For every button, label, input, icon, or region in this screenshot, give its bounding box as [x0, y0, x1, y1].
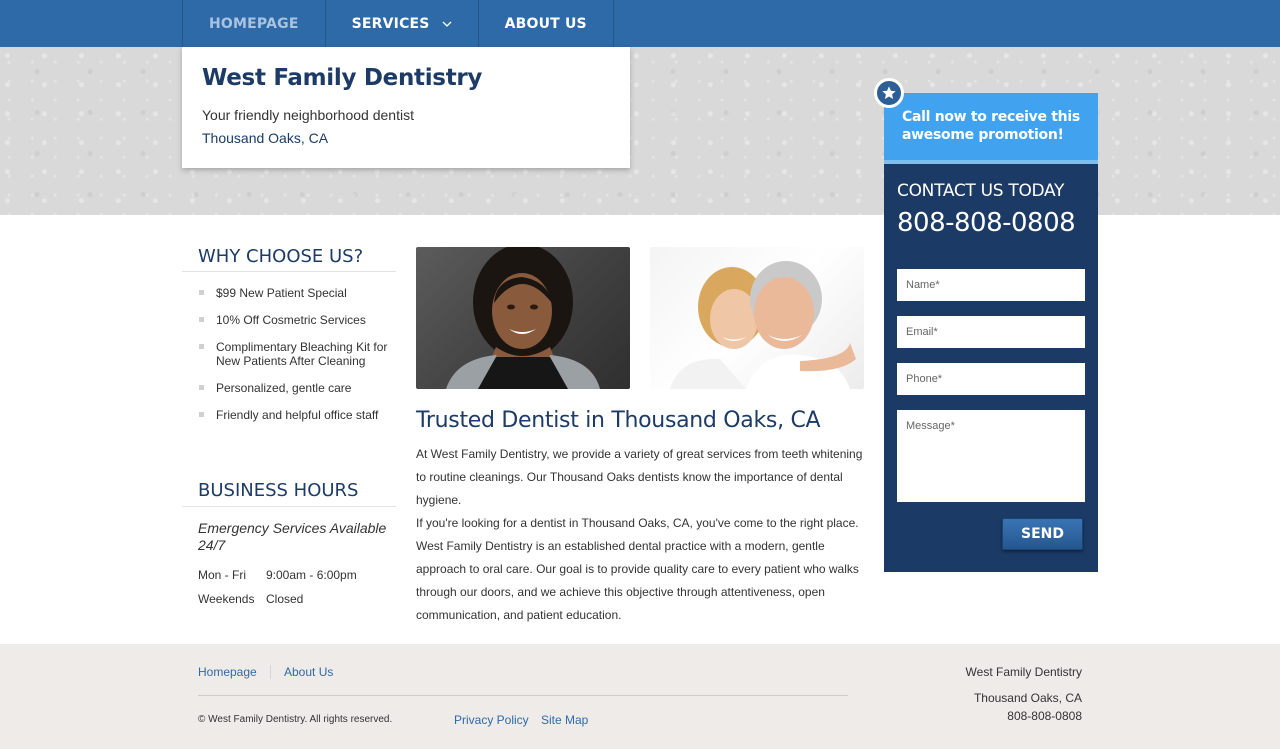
bullet-icon [199, 344, 204, 349]
nav-homepage-label: HOMEPAGE [209, 15, 299, 32]
footer-link-site-map[interactable]: Site Map [541, 713, 588, 727]
why-choose-heading: WHY CHOOSE US? [198, 246, 364, 267]
site-location: Thousand Oaks, CA [202, 130, 329, 146]
list-item-text: 10% Off Cosmetric Services [216, 313, 366, 327]
bullet-icon [199, 317, 204, 322]
nav-about-us[interactable]: ABOUT US [479, 0, 614, 47]
hours-row: Weekends Closed [198, 592, 303, 606]
contact-phone[interactable]: 808-808-0808 [897, 208, 1076, 238]
nav-services[interactable]: SERVICES [326, 0, 479, 47]
list-item: 10% Off Cosmetric Services [198, 313, 388, 327]
list-item-text: $99 New Patient Special [216, 286, 347, 300]
promo-text: Call now to receive this awesome promoti… [902, 109, 1080, 143]
bullet-icon [199, 290, 204, 295]
copyright: © West Family Dentistry. All rights rese… [198, 714, 393, 725]
nav-homepage[interactable]: HOMEPAGE [183, 0, 326, 47]
promo-banner: Call now to receive this awesome promoti… [884, 93, 1098, 160]
hours-day: Mon - Fri [198, 568, 246, 582]
email-field[interactable] [897, 316, 1085, 348]
phone-field[interactable] [897, 363, 1085, 395]
top-nav: HOMEPAGE SERVICES ABOUT US [0, 0, 1280, 47]
hours-day: Weekends [198, 592, 255, 606]
star-icon [874, 78, 904, 108]
message-field[interactable] [897, 410, 1085, 502]
emergency-note: Emergency Services Available 24/7 [198, 520, 387, 553]
patient-photo-couple [650, 247, 864, 389]
site-title[interactable]: West Family Dentistry [202, 65, 482, 91]
nav-menu: HOMEPAGE SERVICES ABOUT US [182, 0, 614, 47]
contact-form-panel: CONTACT US TODAY 808-808-0808 SEND [884, 164, 1098, 572]
nav-services-label: SERVICES [351, 15, 430, 32]
list-item-text: Personalized, gentle care [216, 381, 352, 395]
patient-photo-woman [416, 247, 630, 389]
footer-link-homepage[interactable]: Homepage [198, 665, 257, 679]
footer-link-about-us[interactable]: About Us [284, 665, 333, 679]
divider [270, 665, 271, 679]
footer-link-privacy-policy[interactable]: Privacy Policy [454, 713, 529, 727]
footer-city: Thousand Oaks, CA [973, 691, 1082, 705]
nav-about-label: ABOUT US [504, 15, 587, 32]
list-item: Friendly and helpful office staff [198, 408, 388, 422]
divider [182, 271, 396, 272]
footer-phone[interactable]: 808-808-0808 [1007, 709, 1082, 723]
list-item-text: Complimentary Bleaching Kit for New Pati… [216, 340, 388, 368]
divider [182, 506, 396, 507]
business-hours-heading: BUSINESS HOURS [198, 480, 359, 501]
list-item-text: Friendly and helpful office staff [216, 408, 379, 422]
send-button[interactable]: SEND [1002, 518, 1083, 550]
hours-time: Closed [266, 592, 304, 606]
brand-card: West Family Dentistry Your friendly neig… [182, 47, 630, 168]
chevron-down-icon [442, 19, 452, 29]
paragraph: If you're looking for a dentist in Thous… [416, 516, 859, 622]
site-tagline: Your friendly neighborhood dentist [202, 107, 414, 123]
why-choose-list: $99 New Patient Special 10% Off Cosmetri… [198, 286, 388, 435]
bullet-icon [199, 385, 204, 390]
hours-time: 9:00am - 6:00pm [266, 568, 357, 582]
footer-business-name: West Family Dentistry [965, 665, 1082, 679]
paragraph: At West Family Dentistry, we provide a v… [416, 447, 863, 507]
bullet-icon [199, 412, 204, 417]
page-title: Trusted Dentist in Thousand Oaks, CA [416, 408, 821, 433]
contact-heading: CONTACT US TODAY [897, 181, 1065, 201]
list-item: $99 New Patient Special [198, 286, 388, 300]
footer [0, 644, 1280, 749]
hours-row: Mon - Fri 9:00am - 6:00pm [198, 568, 357, 582]
list-item: Personalized, gentle care [198, 381, 388, 395]
divider [198, 695, 848, 696]
list-item: Complimentary Bleaching Kit for New Pati… [198, 340, 388, 368]
name-field[interactable] [897, 269, 1085, 301]
main-body: At West Family Dentistry, we provide a v… [416, 443, 866, 627]
